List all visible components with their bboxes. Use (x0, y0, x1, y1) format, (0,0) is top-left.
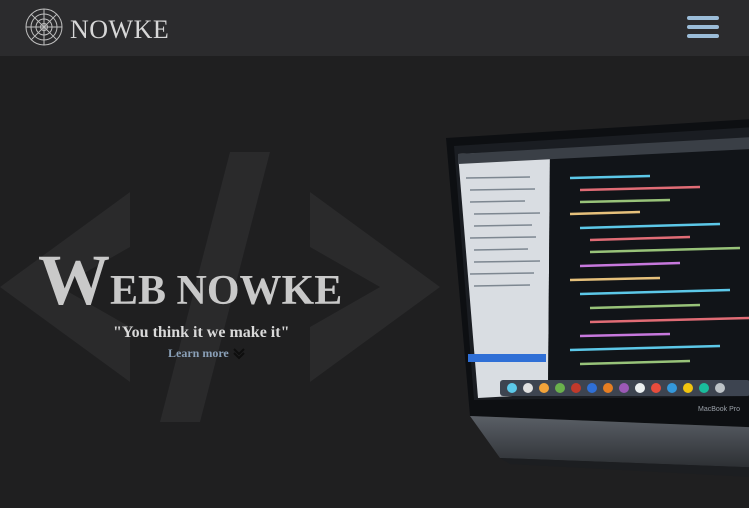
spiderweb-logo-icon (25, 8, 63, 46)
menu-bar (687, 16, 719, 20)
menu-bar (687, 34, 719, 38)
double-chevron-down-icon (233, 347, 245, 359)
navbar: NOWKE (0, 0, 749, 56)
hero-title-rest: EB NOWKE (110, 268, 343, 314)
learn-more-link[interactable]: Learn more (168, 346, 245, 361)
hero-tagline: "You think it we make it" (113, 324, 290, 341)
hero-title: WEB NOWKE (38, 244, 342, 316)
learn-more-label: Learn more (168, 346, 229, 360)
brand-name: NOWKE (70, 15, 170, 44)
hamburger-menu-icon[interactable] (687, 16, 719, 40)
brand-link[interactable]: NOWKE (24, 5, 169, 49)
laptop-brand-label: MacBook Pro (698, 406, 740, 413)
hero-title-initial: W (38, 240, 110, 320)
menu-bar (687, 25, 719, 29)
laptop-image: MacBook Pro (446, 119, 749, 477)
hero-section: MacBook Pro WEB NOWKE "You think it we m… (0, 56, 749, 508)
